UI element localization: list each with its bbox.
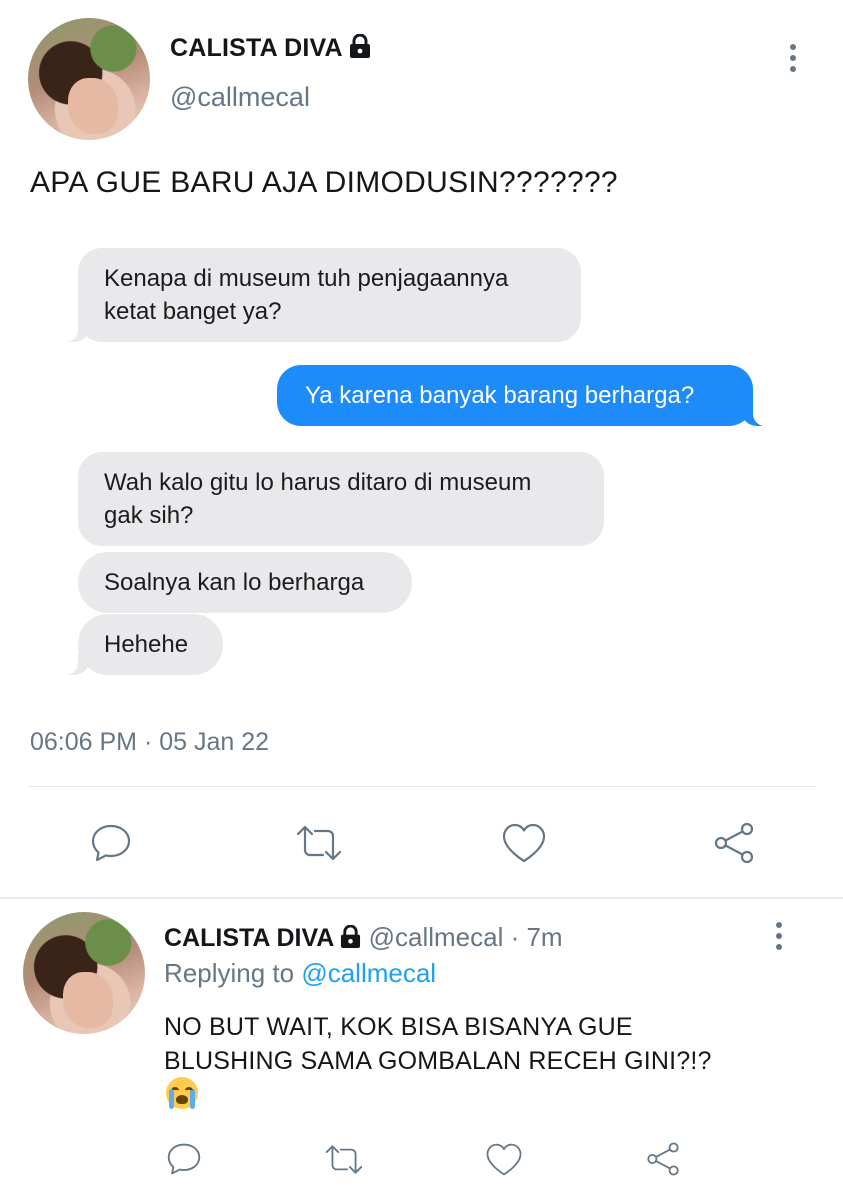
- tweet-text: APA GUE BARU AJA DIMODUSIN???????: [30, 166, 618, 199]
- author-name-text: CALISTA DIVA: [170, 34, 343, 62]
- more-vertical-icon[interactable]: [788, 44, 798, 72]
- retweet-icon[interactable]: [294, 820, 344, 866]
- tweet-timestamp[interactable]: 06:06 PM · 05 Jan 22: [30, 728, 269, 757]
- chat-bubble-received: Kenapa di museum tuh penjagaannya ketat …: [64, 248, 581, 342]
- author-name[interactable]: CALISTA DIVA: [170, 33, 371, 65]
- chat-line: Kenapa di museum tuh penjagaannya: [104, 265, 509, 292]
- reply-meta[interactable]: @callmecal · 7m: [369, 922, 563, 952]
- share-icon[interactable]: [710, 820, 758, 866]
- replying-to: Replying to @callmecal: [164, 958, 436, 989]
- chat-bubble-received: Wah kalo gitu lo harus ditaro di museum …: [78, 452, 604, 546]
- divider: [28, 786, 816, 787]
- author-avatar[interactable]: [28, 18, 150, 140]
- section-divider: [0, 897, 843, 899]
- reply-author-avatar[interactable]: [23, 912, 145, 1034]
- retweet-icon[interactable]: [322, 1140, 366, 1178]
- loudly-crying-face-icon: [166, 1077, 198, 1109]
- lock-icon: [340, 924, 361, 955]
- chat-line: Ya karena banyak barang berharga?: [305, 382, 695, 409]
- reply-header: CALISTA DIVA @callmecal · 7m: [164, 922, 563, 955]
- reply-text-line: BLUSHING SAMA GOMBALAN RECEH GINI?!?: [164, 1047, 712, 1075]
- reply-text-line: NO BUT WAIT, KOK BISA BISANYA GUE: [164, 1013, 633, 1041]
- chat-line: gak sih?: [104, 502, 194, 529]
- reply-text: NO BUT WAIT, KOK BISA BISANYA GUE BLUSHI…: [164, 1010, 784, 1078]
- more-vertical-icon[interactable]: [774, 922, 784, 950]
- reply-icon[interactable]: [88, 820, 134, 866]
- replying-prefix: Replying to: [164, 958, 295, 988]
- chat-line: Hehehe: [104, 631, 189, 658]
- chat-line: Wah kalo gitu lo harus ditaro di museum: [104, 469, 532, 496]
- chat-line: ketat banget ya?: [104, 298, 282, 325]
- chat-line: Soalnya kan lo berharga: [104, 569, 365, 596]
- chat-bubble-sent: Ya karena banyak barang berharga?: [277, 365, 767, 426]
- chat-bubble-received: Soalnya kan lo berharga: [78, 552, 412, 613]
- author-handle[interactable]: @callmecal: [170, 82, 310, 113]
- reply-icon[interactable]: [164, 1140, 204, 1178]
- lock-icon: [349, 33, 371, 65]
- reply-author-name[interactable]: CALISTA DIVA: [164, 924, 334, 952]
- replying-to-link[interactable]: @callmecal: [301, 958, 436, 988]
- share-icon[interactable]: [642, 1140, 684, 1178]
- heart-icon[interactable]: [500, 820, 548, 866]
- chat-bubble-received: Hehehe: [64, 614, 223, 675]
- heart-icon[interactable]: [483, 1140, 525, 1178]
